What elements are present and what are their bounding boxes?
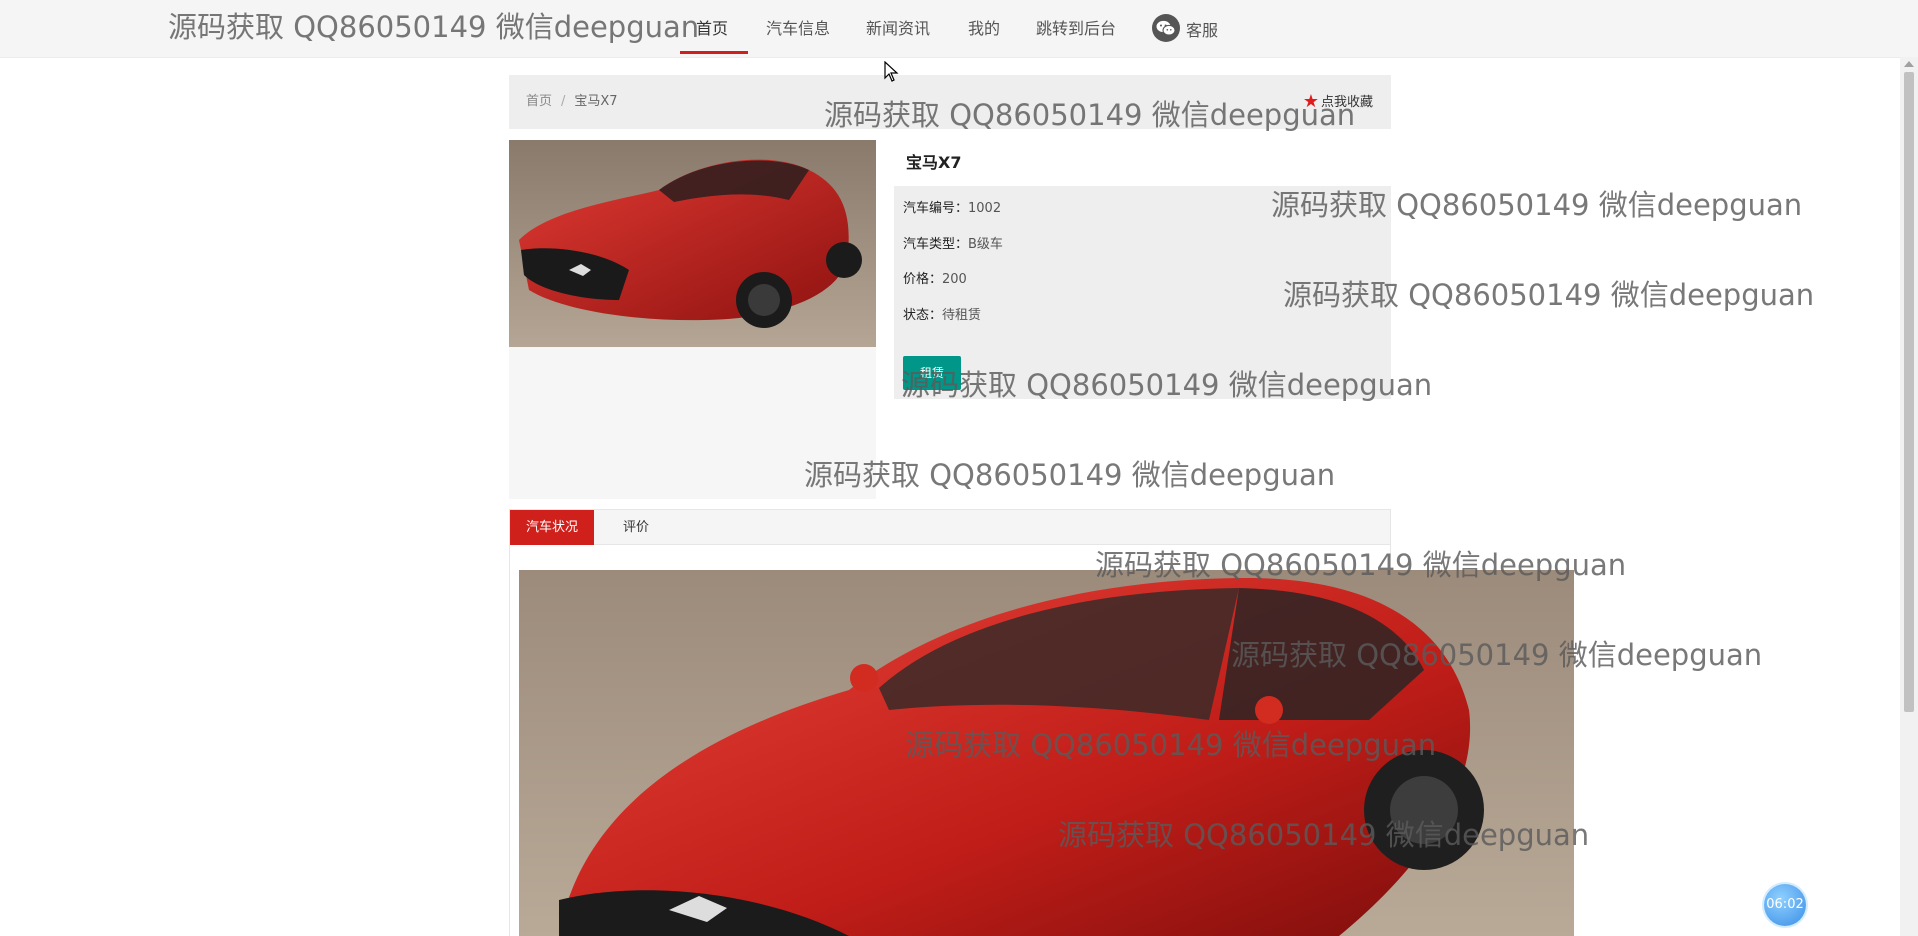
field-label: 状态： [903, 308, 943, 323]
breadcrumb-current: 宝马X7 [574, 94, 618, 109]
field-value: 1002 [968, 201, 1002, 216]
breadcrumb-home-link[interactable]: 首页 [526, 94, 552, 109]
car-field-type: 汽车类型：B级车 [903, 233, 1003, 252]
nav-active-indicator [680, 51, 748, 54]
car-field-price: 价格：200 [903, 268, 967, 287]
car-name: 宝马X7 [906, 153, 962, 172]
breadcrumb: 首页 / 宝马X7 [526, 75, 618, 129]
floating-timer-badge[interactable]: 06:02 [1764, 884, 1806, 926]
top-nav: 首页 汽车信息 新闻资讯 我的 跳转到后台 客服 [0, 0, 1918, 58]
field-value: 200 [942, 272, 967, 287]
scroll-up-arrow-icon[interactable] [1904, 61, 1914, 67]
wechat-icon[interactable] [1152, 14, 1180, 42]
car-field-number: 汽车编号：1002 [903, 197, 1001, 216]
field-label: 汽车编号： [903, 201, 969, 216]
detail-tabs: 汽车状况 评价 [509, 509, 1391, 546]
nav-item-news[interactable]: 新闻资讯 [866, 0, 930, 57]
nav-item-mine[interactable]: 我的 [968, 0, 1000, 57]
star-icon: ★ [1302, 91, 1319, 112]
nav-item-home[interactable]: 首页 [696, 0, 728, 57]
car-field-status: 状态：待租赁 [903, 304, 981, 323]
car-detail-image [519, 570, 1574, 936]
nav-item-backend[interactable]: 跳转到后台 [1036, 0, 1116, 57]
field-value: 待租赁 [942, 308, 982, 323]
favorite-button[interactable]: ★ 点我收藏 [1303, 75, 1373, 130]
tab-reviews[interactable]: 评价 [594, 510, 678, 546]
gallery-column [509, 140, 876, 499]
field-label: 汽车类型： [903, 237, 969, 252]
mouse-pointer-icon [884, 61, 899, 82]
breadcrumb-bar: 首页 / 宝马X7 ★ 点我收藏 [509, 75, 1391, 129]
car-thumbnail-image[interactable] [509, 140, 876, 347]
car-info-panel: 宝马X7 汽车编号：1002 汽车类型：B级车 价格：200 状态：待租赁 租赁 [894, 140, 1391, 399]
scrollbar-thumb[interactable] [1904, 72, 1914, 712]
rent-button[interactable]: 租赁 [903, 356, 961, 390]
breadcrumb-separator: / [561, 94, 566, 109]
watermark-text: 源码获取 QQ86050149 微信deepguan [804, 458, 1336, 492]
car-title-box: 宝马X7 [894, 140, 1391, 186]
favorite-label: 点我收藏 [1320, 95, 1373, 110]
nav-item-customer-service[interactable]: 客服 [1186, 2, 1218, 59]
tab-car-condition[interactable]: 汽车状况 [510, 510, 594, 546]
field-label: 价格： [903, 272, 943, 287]
field-value: B级车 [968, 237, 1003, 252]
nav-item-car-info[interactable]: 汽车信息 [766, 0, 830, 57]
